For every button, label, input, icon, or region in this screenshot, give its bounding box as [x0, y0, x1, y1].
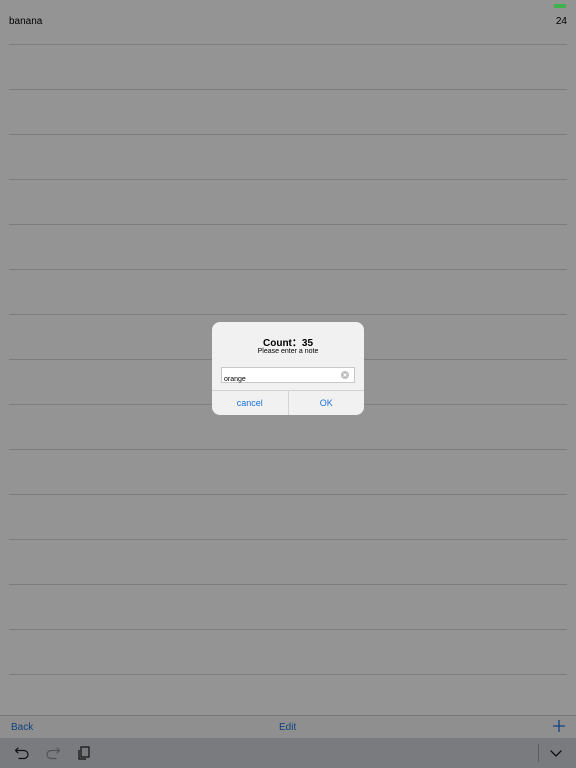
note-input[interactable]: [222, 372, 336, 387]
dialog-title: Count：35: [263, 338, 313, 349]
dialog-actions: cancel OK: [212, 390, 364, 415]
note-dialog: Count：35 Please enter a note cancel OK: [212, 322, 364, 415]
dialog-message: Please enter a note: [257, 348, 319, 355]
battery-indicator: [554, 4, 566, 8]
ok-button[interactable]: OK: [287, 391, 365, 415]
cancel-button[interactable]: cancel: [212, 391, 288, 415]
note-input-wrapper: [221, 367, 355, 387]
clear-icon[interactable]: [341, 371, 349, 379]
